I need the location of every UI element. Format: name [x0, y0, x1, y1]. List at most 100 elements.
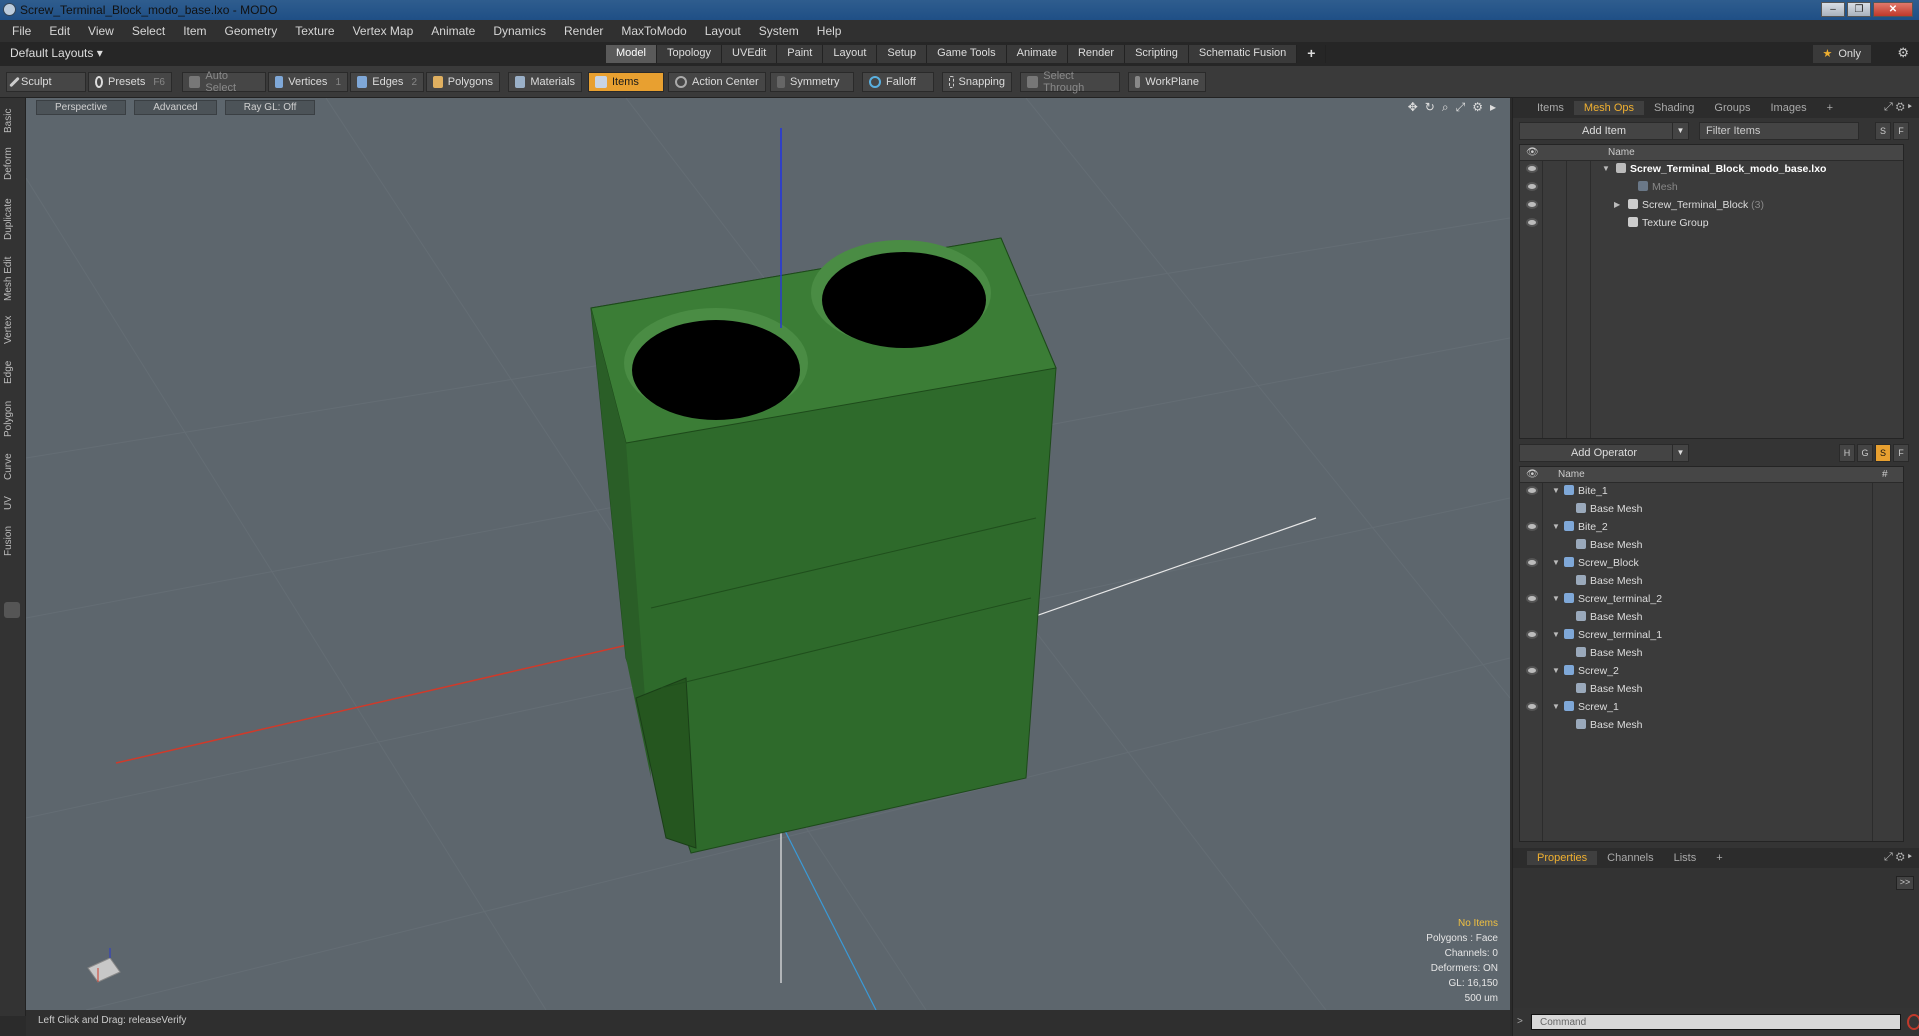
- filter-f-button[interactable]: F: [1893, 122, 1909, 140]
- tool-tab-mesh-edit[interactable]: Mesh Edit: [3, 254, 23, 304]
- tab-lists[interactable]: Lists: [1664, 851, 1707, 865]
- edges-button[interactable]: Edges 2: [350, 72, 424, 92]
- expand-arrow-icon[interactable]: ▼: [1552, 486, 1560, 495]
- tab-images[interactable]: Images: [1761, 101, 1817, 115]
- tool-tab-basic[interactable]: Basic: [3, 104, 23, 138]
- add-tab-button[interactable]: +: [1297, 45, 1327, 63]
- meshop-row[interactable]: ▼ Bite_1: [1520, 483, 1903, 501]
- menu-geometry[interactable]: Geometry: [225, 24, 278, 38]
- menu-dynamics[interactable]: Dynamics: [493, 24, 546, 38]
- view-type-button[interactable]: Perspective: [36, 99, 127, 115]
- tab-topology[interactable]: Topology: [656, 45, 723, 63]
- tool-tab-curve[interactable]: Curve: [3, 450, 23, 484]
- meshop-row[interactable]: ▼ Screw_terminal_1: [1520, 627, 1903, 645]
- tab-channels[interactable]: Channels: [1597, 851, 1663, 865]
- tab-items[interactable]: Items: [1527, 101, 1574, 115]
- shading-mode-button[interactable]: Advanced: [134, 99, 217, 115]
- properties-options-icon[interactable]: ⤢ ⚙ ▸: [1884, 851, 1912, 864]
- menu-texture[interactable]: Texture: [295, 24, 334, 38]
- add-properties-tab-button[interactable]: +: [1706, 851, 1732, 865]
- expand-arrow-icon[interactable]: ▼: [1552, 630, 1560, 639]
- items-mode-button[interactable]: Items: [588, 72, 664, 92]
- tab-groups[interactable]: Groups: [1704, 101, 1760, 115]
- tab-layout[interactable]: Layout: [823, 45, 878, 63]
- workplane-button[interactable]: WorkPlane: [1128, 72, 1206, 92]
- tool-tab-toggle-icon[interactable]: [4, 602, 20, 618]
- tab-render[interactable]: Render: [1067, 45, 1126, 63]
- menu-maxtomodo[interactable]: MaxToModo: [621, 24, 686, 38]
- meshop-row[interactable]: ▼ Screw_terminal_2: [1520, 591, 1903, 609]
- layouts-dropdown[interactable]: Default Layouts ▾: [10, 46, 103, 60]
- add-panel-tab-button[interactable]: +: [1817, 101, 1843, 115]
- meshop-row[interactable]: ▼ Screw_1: [1520, 699, 1903, 717]
- menu-select[interactable]: Select: [132, 24, 165, 38]
- command-input[interactable]: Command: [1531, 1014, 1901, 1030]
- expand-arrow-icon[interactable]: ▼: [1552, 666, 1560, 675]
- raygl-button[interactable]: Ray GL: Off: [224, 99, 316, 115]
- expand-arrow-icon[interactable]: ▼: [1552, 702, 1560, 711]
- meshop-child-row[interactable]: Base Mesh: [1520, 609, 1903, 627]
- menu-system[interactable]: System: [759, 24, 799, 38]
- menu-help[interactable]: Help: [817, 24, 842, 38]
- add-item-button[interactable]: Add Item ▼: [1519, 122, 1689, 140]
- action-center-button[interactable]: Action Center: [668, 72, 766, 92]
- eye-icon[interactable]: [1526, 182, 1538, 191]
- meshop-row[interactable]: ▼ Screw_Block: [1520, 555, 1903, 573]
- expand-arrow-icon[interactable]: ▶: [1614, 200, 1620, 209]
- presets-button[interactable]: Presets F6: [88, 72, 172, 92]
- meshop-child-row[interactable]: Base Mesh: [1520, 537, 1903, 555]
- tool-tab-vertex[interactable]: Vertex: [3, 312, 23, 348]
- menu-render[interactable]: Render: [564, 24, 603, 38]
- list-item[interactable]: ▼ Screw_Terminal_Block_modo_base.lxo: [1520, 161, 1903, 179]
- meshop-child-row[interactable]: Base Mesh: [1520, 573, 1903, 591]
- name-column-header[interactable]: Name: [1558, 469, 1585, 480]
- viewport-settings-icon[interactable]: ⚙: [1472, 100, 1483, 115]
- tab-uvedit[interactable]: UVEdit: [722, 45, 778, 63]
- filter-s-button[interactable]: S: [1875, 122, 1891, 140]
- expand-properties-button[interactable]: >>: [1896, 876, 1914, 890]
- tab-shading[interactable]: Shading: [1644, 101, 1704, 115]
- select-through-button[interactable]: Select Through: [1020, 70, 1120, 94]
- zoom-icon[interactable]: ⌕: [1442, 100, 1449, 115]
- gear-icon[interactable]: ⚙: [1897, 45, 1909, 61]
- menu-layout[interactable]: Layout: [705, 24, 741, 38]
- tool-tab-uv[interactable]: UV: [3, 492, 23, 514]
- list-item[interactable]: ▶ Screw_Terminal_Block (3): [1520, 197, 1903, 215]
- 3d-viewport[interactable]: Perspective Advanced Ray GL: Off ✥ ↻ ⌕ ⤢…: [26, 98, 1510, 1010]
- tab-game-tools[interactable]: Game Tools: [927, 45, 1007, 63]
- meshop-row[interactable]: ▼ Screw_2: [1520, 663, 1903, 681]
- meshop-child-row[interactable]: Base Mesh: [1520, 681, 1903, 699]
- menu-item[interactable]: Item: [183, 24, 206, 38]
- tool-tab-duplicate[interactable]: Duplicate: [3, 192, 23, 246]
- record-icon[interactable]: [1907, 1014, 1919, 1030]
- tool-tab-fusion[interactable]: Fusion: [3, 522, 23, 560]
- expand-arrow-icon[interactable]: ▼: [1552, 522, 1560, 531]
- vertices-button[interactable]: Vertices 1: [268, 72, 348, 92]
- materials-button[interactable]: Materials: [508, 72, 582, 92]
- eye-icon[interactable]: [1526, 200, 1538, 209]
- list-item[interactable]: Mesh: [1520, 179, 1903, 197]
- list-item[interactable]: Texture Group: [1520, 215, 1903, 233]
- meshops-f-button[interactable]: F: [1893, 444, 1909, 462]
- expand-arrow-icon[interactable]: ▼: [1602, 164, 1610, 173]
- eye-icon[interactable]: [1526, 666, 1538, 675]
- auto-select-button[interactable]: Auto Select: [182, 70, 266, 94]
- menu-file[interactable]: File: [12, 24, 31, 38]
- maximize-button[interactable]: ❐: [1847, 2, 1871, 17]
- meshops-h-button[interactable]: H: [1839, 444, 1855, 462]
- eye-icon[interactable]: [1526, 522, 1538, 531]
- tab-properties[interactable]: Properties: [1527, 851, 1598, 865]
- tab-schematic-fusion[interactable]: Schematic Fusion: [1188, 45, 1298, 63]
- tab-mesh-ops[interactable]: Mesh Ops: [1573, 101, 1645, 115]
- eye-icon[interactable]: [1526, 218, 1538, 227]
- tool-tab-deform[interactable]: Deform: [3, 144, 23, 184]
- menu-animate[interactable]: Animate: [431, 24, 475, 38]
- polygons-button[interactable]: Polygons: [426, 72, 500, 92]
- viewport-menu-icon[interactable]: ▸: [1490, 100, 1496, 115]
- meshop-child-row[interactable]: Base Mesh: [1520, 717, 1903, 735]
- menu-vertex-map[interactable]: Vertex Map: [353, 24, 414, 38]
- expand-arrow-icon[interactable]: ▼: [1552, 594, 1560, 603]
- menu-view[interactable]: View: [88, 24, 114, 38]
- tab-model[interactable]: Model: [606, 45, 657, 63]
- snapping-button[interactable]: Snapping: [942, 72, 1012, 92]
